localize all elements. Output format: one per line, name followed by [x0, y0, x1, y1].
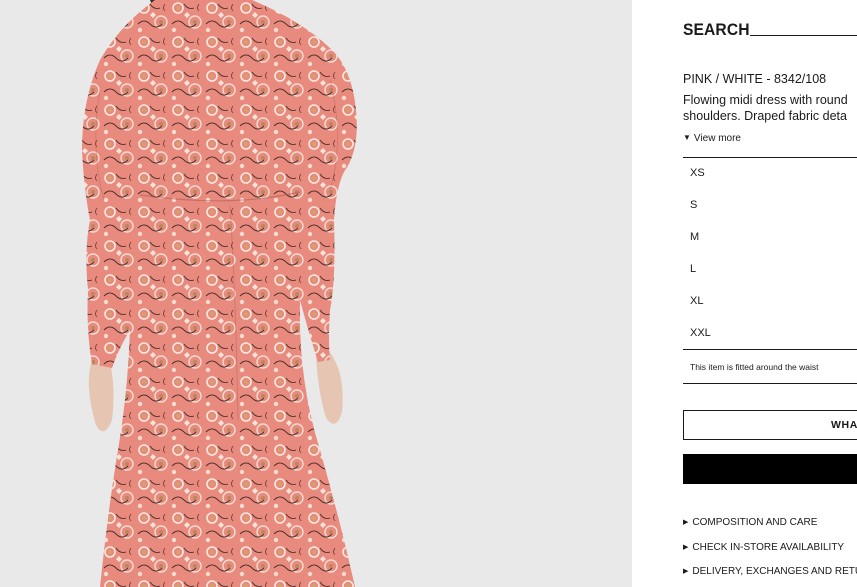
view-more-link[interactable]: ▼ View more — [683, 133, 741, 144]
composition-and-care-link[interactable]: ▶ COMPOSITION AND CARE — [683, 517, 817, 528]
caret-right-icon: ▶ — [683, 544, 689, 551]
caret-down-icon: ▼ — [683, 133, 691, 142]
product-info-panel: SEARCH PINK / WHITE - 8342/108 Flowing m… — [683, 0, 857, 587]
caret-right-icon: ▶ — [683, 568, 689, 575]
product-color-reference: PINK / WHITE - 8342/108 — [683, 72, 827, 86]
delivery-exchanges-returns-link[interactable]: ▶ DELIVERY, EXCHANGES AND RETUR — [683, 566, 857, 577]
check-in-store-availability-link[interactable]: ▶ CHECK IN-STORE AVAILABILITY — [683, 542, 844, 553]
search-label[interactable]: SEARCH — [683, 20, 750, 40]
link-label: COMPOSITION AND CARE — [692, 517, 818, 528]
divider — [683, 349, 857, 350]
product-description: Flowing midi dress with round shoulders.… — [683, 92, 857, 124]
fit-note: This item is fitted around the waist — [690, 362, 819, 372]
divider — [683, 383, 857, 384]
size-option-xs[interactable]: XS — [683, 157, 857, 189]
link-label: CHECK IN-STORE AVAILABILITY — [692, 542, 845, 553]
whats-my-size-label: WHA — [831, 419, 857, 431]
description-line: Flowing midi dress with round — [683, 93, 848, 107]
size-option-m[interactable]: M — [683, 221, 857, 253]
view-more-label: View more — [693, 133, 741, 144]
size-option-l[interactable]: L — [683, 253, 857, 285]
size-option-xl[interactable]: XL — [683, 285, 857, 317]
search-input-underline[interactable] — [750, 35, 857, 36]
link-label: DELIVERY, EXCHANGES AND RETUR — [692, 566, 857, 577]
search-bar[interactable]: SEARCH — [683, 20, 857, 40]
size-option-xxl[interactable]: XXL — [683, 317, 857, 349]
description-line: shoulders. Draped fabric deta — [683, 109, 847, 123]
size-option-s[interactable]: S — [683, 189, 857, 221]
caret-right-icon: ▶ — [683, 519, 689, 526]
product-photo-illustration — [0, 0, 632, 587]
product-image[interactable] — [0, 0, 632, 587]
add-to-cart-button[interactable] — [683, 454, 857, 484]
whats-my-size-button[interactable]: WHA — [683, 410, 857, 440]
